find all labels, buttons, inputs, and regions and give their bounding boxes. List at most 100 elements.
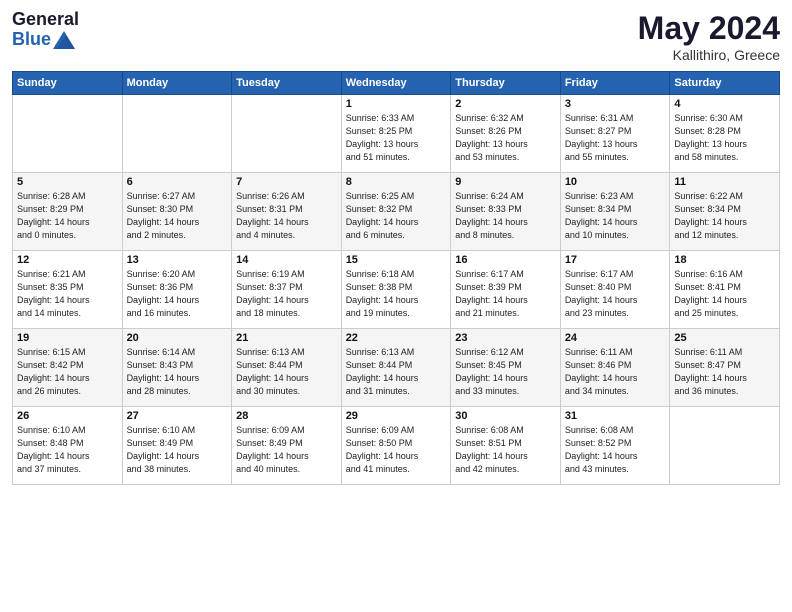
day-info: Sunrise: 6:08 AM Sunset: 8:52 PM Dayligh… xyxy=(565,424,666,476)
day-number: 25 xyxy=(674,332,775,344)
calendar-cell: 28 Sunrise: 6:09 AM Sunset: 8:49 PM Dayli… xyxy=(232,407,342,485)
day-info: Sunrise: 6:09 AM Sunset: 8:50 PM Dayligh… xyxy=(346,424,447,476)
day-number: 16 xyxy=(455,254,556,266)
calendar-cell: 31 Sunrise: 6:08 AM Sunset: 8:52 PM Dayli… xyxy=(560,407,670,485)
calendar-table: Sunday Monday Tuesday Wednesday Thursday… xyxy=(12,71,780,485)
logo: General Blue xyxy=(12,10,79,50)
calendar-cell: 17 Sunrise: 6:17 AM Sunset: 8:40 PM Dayli… xyxy=(560,251,670,329)
day-number: 2 xyxy=(455,98,556,110)
calendar-cell: 2 Sunrise: 6:32 AM Sunset: 8:26 PM Daylig… xyxy=(451,95,561,173)
page-header: General Blue May 2024 Kallithiro, Greece xyxy=(12,10,780,63)
calendar-cell: 3 Sunrise: 6:31 AM Sunset: 8:27 PM Daylig… xyxy=(560,95,670,173)
calendar-cell xyxy=(13,95,123,173)
col-saturday: Saturday xyxy=(670,72,780,95)
title-block: May 2024 Kallithiro, Greece xyxy=(638,10,780,63)
day-info: Sunrise: 6:10 AM Sunset: 8:48 PM Dayligh… xyxy=(17,424,118,476)
calendar-cell: 10 Sunrise: 6:23 AM Sunset: 8:34 PM Dayli… xyxy=(560,173,670,251)
calendar-cell: 21 Sunrise: 6:13 AM Sunset: 8:44 PM Dayli… xyxy=(232,329,342,407)
day-info: Sunrise: 6:20 AM Sunset: 8:36 PM Dayligh… xyxy=(127,268,228,320)
col-tuesday: Tuesday xyxy=(232,72,342,95)
day-number: 12 xyxy=(17,254,118,266)
calendar-cell: 8Sunrise: 6:25 AM Sunset: 8:32 PM Daylig… xyxy=(341,173,451,251)
col-sunday: Sunday xyxy=(13,72,123,95)
calendar-week-5: 26 Sunrise: 6:10 AM Sunset: 8:48 PM Dayli… xyxy=(13,407,780,485)
day-info: Sunrise: 6:10 AM Sunset: 8:49 PM Dayligh… xyxy=(127,424,228,476)
day-number: 3 xyxy=(565,98,666,110)
calendar-cell: 9Sunrise: 6:24 AM Sunset: 8:33 PM Daylig… xyxy=(451,173,561,251)
month-year-title: May 2024 xyxy=(638,10,780,47)
day-info: Sunrise: 6:31 AM Sunset: 8:27 PM Dayligh… xyxy=(565,112,666,164)
day-number: 14 xyxy=(236,254,337,266)
calendar-week-3: 12 Sunrise: 6:21 AM Sunset: 8:35 PM Dayli… xyxy=(13,251,780,329)
day-number: 5 xyxy=(17,176,118,188)
day-info: Sunrise: 6:18 AM Sunset: 8:38 PM Dayligh… xyxy=(346,268,447,320)
calendar-cell: 25 Sunrise: 6:11 AM Sunset: 8:47 PM Dayli… xyxy=(670,329,780,407)
logo-blue: Blue xyxy=(12,30,51,50)
day-number: 20 xyxy=(127,332,228,344)
day-info: Sunrise: 6:11 AM Sunset: 8:47 PM Dayligh… xyxy=(674,346,775,398)
calendar-cell: 22Sunrise: 6:13 AM Sunset: 8:44 PM Dayli… xyxy=(341,329,451,407)
calendar-cell: 20 Sunrise: 6:14 AM Sunset: 8:43 PM Dayli… xyxy=(122,329,232,407)
day-info: Sunrise: 6:27 AM Sunset: 8:30 PM Dayligh… xyxy=(127,190,228,242)
calendar-cell: 11 Sunrise: 6:22 AM Sunset: 8:34 PM Dayli… xyxy=(670,173,780,251)
day-info: Sunrise: 6:21 AM Sunset: 8:35 PM Dayligh… xyxy=(17,268,118,320)
calendar-cell xyxy=(122,95,232,173)
calendar-cell: 16 Sunrise: 6:17 AM Sunset: 8:39 PM Dayli… xyxy=(451,251,561,329)
day-number: 31 xyxy=(565,410,666,422)
day-info: Sunrise: 6:14 AM Sunset: 8:43 PM Dayligh… xyxy=(127,346,228,398)
day-info: Sunrise: 6:19 AM Sunset: 8:37 PM Dayligh… xyxy=(236,268,337,320)
day-number: 29 xyxy=(346,410,447,422)
day-info: Sunrise: 6:23 AM Sunset: 8:34 PM Dayligh… xyxy=(565,190,666,242)
calendar-cell: 1Sunrise: 6:33 AM Sunset: 8:25 PM Daylig… xyxy=(341,95,451,173)
location-subtitle: Kallithiro, Greece xyxy=(638,47,780,63)
day-info: Sunrise: 6:17 AM Sunset: 8:40 PM Dayligh… xyxy=(565,268,666,320)
calendar-cell: 5 Sunrise: 6:28 AM Sunset: 8:29 PM Daylig… xyxy=(13,173,123,251)
calendar-cell: 4 Sunrise: 6:30 AM Sunset: 8:28 PM Daylig… xyxy=(670,95,780,173)
day-number: 27 xyxy=(127,410,228,422)
calendar-cell: 24 Sunrise: 6:11 AM Sunset: 8:46 PM Dayli… xyxy=(560,329,670,407)
day-info: Sunrise: 6:13 AM Sunset: 8:44 PM Dayligh… xyxy=(236,346,337,398)
calendar-cell: 7Sunrise: 6:26 AM Sunset: 8:31 PM Daylig… xyxy=(232,173,342,251)
calendar-cell: 14 Sunrise: 6:19 AM Sunset: 8:37 PM Dayli… xyxy=(232,251,342,329)
calendar-cell: 19Sunrise: 6:15 AM Sunset: 8:42 PM Dayli… xyxy=(13,329,123,407)
day-info: Sunrise: 6:11 AM Sunset: 8:46 PM Dayligh… xyxy=(565,346,666,398)
day-info: Sunrise: 6:09 AM Sunset: 8:49 PM Dayligh… xyxy=(236,424,337,476)
day-number: 23 xyxy=(455,332,556,344)
calendar-week-4: 19Sunrise: 6:15 AM Sunset: 8:42 PM Dayli… xyxy=(13,329,780,407)
day-info: Sunrise: 6:28 AM Sunset: 8:29 PM Dayligh… xyxy=(17,190,118,242)
day-number: 13 xyxy=(127,254,228,266)
day-number: 10 xyxy=(565,176,666,188)
calendar-header-row: Sunday Monday Tuesday Wednesday Thursday… xyxy=(13,72,780,95)
day-info: Sunrise: 6:16 AM Sunset: 8:41 PM Dayligh… xyxy=(674,268,775,320)
calendar-cell: 27 Sunrise: 6:10 AM Sunset: 8:49 PM Dayli… xyxy=(122,407,232,485)
day-number: 19 xyxy=(17,332,118,344)
day-number: 17 xyxy=(565,254,666,266)
col-wednesday: Wednesday xyxy=(341,72,451,95)
day-info: Sunrise: 6:12 AM Sunset: 8:45 PM Dayligh… xyxy=(455,346,556,398)
calendar-cell: 18Sunrise: 6:16 AM Sunset: 8:41 PM Dayli… xyxy=(670,251,780,329)
day-info: Sunrise: 6:25 AM Sunset: 8:32 PM Dayligh… xyxy=(346,190,447,242)
day-number: 21 xyxy=(236,332,337,344)
day-number: 7 xyxy=(236,176,337,188)
day-info: Sunrise: 6:24 AM Sunset: 8:33 PM Dayligh… xyxy=(455,190,556,242)
calendar-cell: 12 Sunrise: 6:21 AM Sunset: 8:35 PM Dayli… xyxy=(13,251,123,329)
day-number: 28 xyxy=(236,410,337,422)
calendar-cell: 13 Sunrise: 6:20 AM Sunset: 8:36 PM Dayli… xyxy=(122,251,232,329)
calendar-cell: 23 Sunrise: 6:12 AM Sunset: 8:45 PM Dayli… xyxy=(451,329,561,407)
day-info: Sunrise: 6:13 AM Sunset: 8:44 PM Dayligh… xyxy=(346,346,447,398)
calendar-page: General Blue May 2024 Kallithiro, Greece xyxy=(0,0,792,612)
day-number: 1 xyxy=(346,98,447,110)
day-number: 26 xyxy=(17,410,118,422)
day-number: 24 xyxy=(565,332,666,344)
day-number: 6 xyxy=(127,176,228,188)
day-info: Sunrise: 6:30 AM Sunset: 8:28 PM Dayligh… xyxy=(674,112,775,164)
calendar-cell: 30Sunrise: 6:08 AM Sunset: 8:51 PM Dayli… xyxy=(451,407,561,485)
day-info: Sunrise: 6:22 AM Sunset: 8:34 PM Dayligh… xyxy=(674,190,775,242)
day-info: Sunrise: 6:17 AM Sunset: 8:39 PM Dayligh… xyxy=(455,268,556,320)
calendar-week-2: 5 Sunrise: 6:28 AM Sunset: 8:29 PM Daylig… xyxy=(13,173,780,251)
day-info: Sunrise: 6:32 AM Sunset: 8:26 PM Dayligh… xyxy=(455,112,556,164)
logo-general: General xyxy=(12,10,79,30)
day-number: 11 xyxy=(674,176,775,188)
day-number: 4 xyxy=(674,98,775,110)
logo-icon xyxy=(53,31,75,49)
